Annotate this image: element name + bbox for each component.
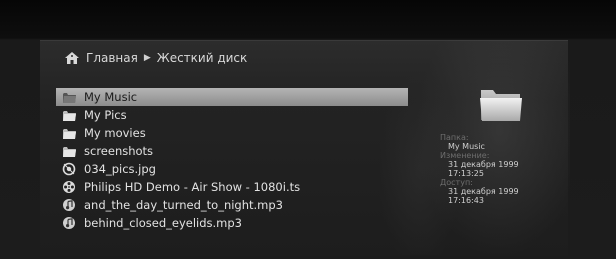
list-item[interactable]: and_the_day_turned_to_night.mp3: [56, 196, 408, 214]
list-item[interactable]: screenshots: [56, 142, 408, 160]
list-item-label: screenshots: [84, 144, 154, 158]
list-item-label: and_the_day_turned_to_night.mp3: [84, 198, 283, 212]
folder-value: My Music: [448, 142, 485, 151]
breadcrumb-current: Жесткий диск: [156, 51, 248, 65]
list-item[interactable]: My Pics: [56, 106, 408, 124]
music-file-icon: [62, 216, 77, 230]
modified-time: 17:13:25: [448, 169, 484, 178]
breadcrumb-separator-icon: ▶: [143, 53, 151, 63]
list-item[interactable]: My Music: [56, 88, 408, 106]
folder-icon: [62, 144, 77, 158]
list-item-label: My Pics: [84, 108, 127, 122]
access-date: 31 декабря 1999: [448, 187, 519, 196]
folder-label: Папка:: [440, 133, 469, 142]
list-item[interactable]: behind_closed_eyelids.mp3: [56, 214, 408, 232]
list-item[interactable]: My movies: [56, 124, 408, 142]
media-browser-screen: Главная ▶ Жесткий диск My Music My Pics: [0, 0, 616, 259]
list-item-label: 034_pics.jpg: [84, 162, 156, 176]
folder-icon: [62, 90, 77, 104]
film-reel-icon: [62, 180, 77, 194]
breadcrumb-home[interactable]: Главная: [86, 51, 138, 65]
modified-date: 31 декабря 1999: [448, 160, 519, 169]
image-file-icon: [62, 162, 77, 176]
modified-label: Изменение:: [440, 151, 490, 160]
list-item-label: My movies: [84, 126, 146, 140]
list-item[interactable]: Philips HD Demo - Air Show - 1080i.ts: [56, 178, 408, 196]
file-list: My Music My Pics My movies screenshots 0…: [56, 88, 408, 232]
folder-icon: [62, 126, 77, 140]
list-item-label: My Music: [84, 90, 138, 104]
home-icon[interactable]: [64, 51, 80, 65]
list-item[interactable]: 034_pics.jpg: [56, 160, 408, 178]
folder-icon: [62, 108, 77, 122]
info-panel: Папка: My Music Изменение: 31 декабря 19…: [440, 133, 560, 205]
folder-preview-icon: [478, 84, 524, 122]
access-label: Доступ:: [440, 178, 473, 187]
breadcrumb: Главная ▶ Жесткий диск: [64, 49, 247, 67]
music-file-icon: [62, 198, 77, 212]
list-item-label: Philips HD Demo - Air Show - 1080i.ts: [84, 180, 301, 194]
access-time: 17:16:43: [448, 196, 484, 205]
list-item-label: behind_closed_eyelids.mp3: [84, 216, 242, 230]
